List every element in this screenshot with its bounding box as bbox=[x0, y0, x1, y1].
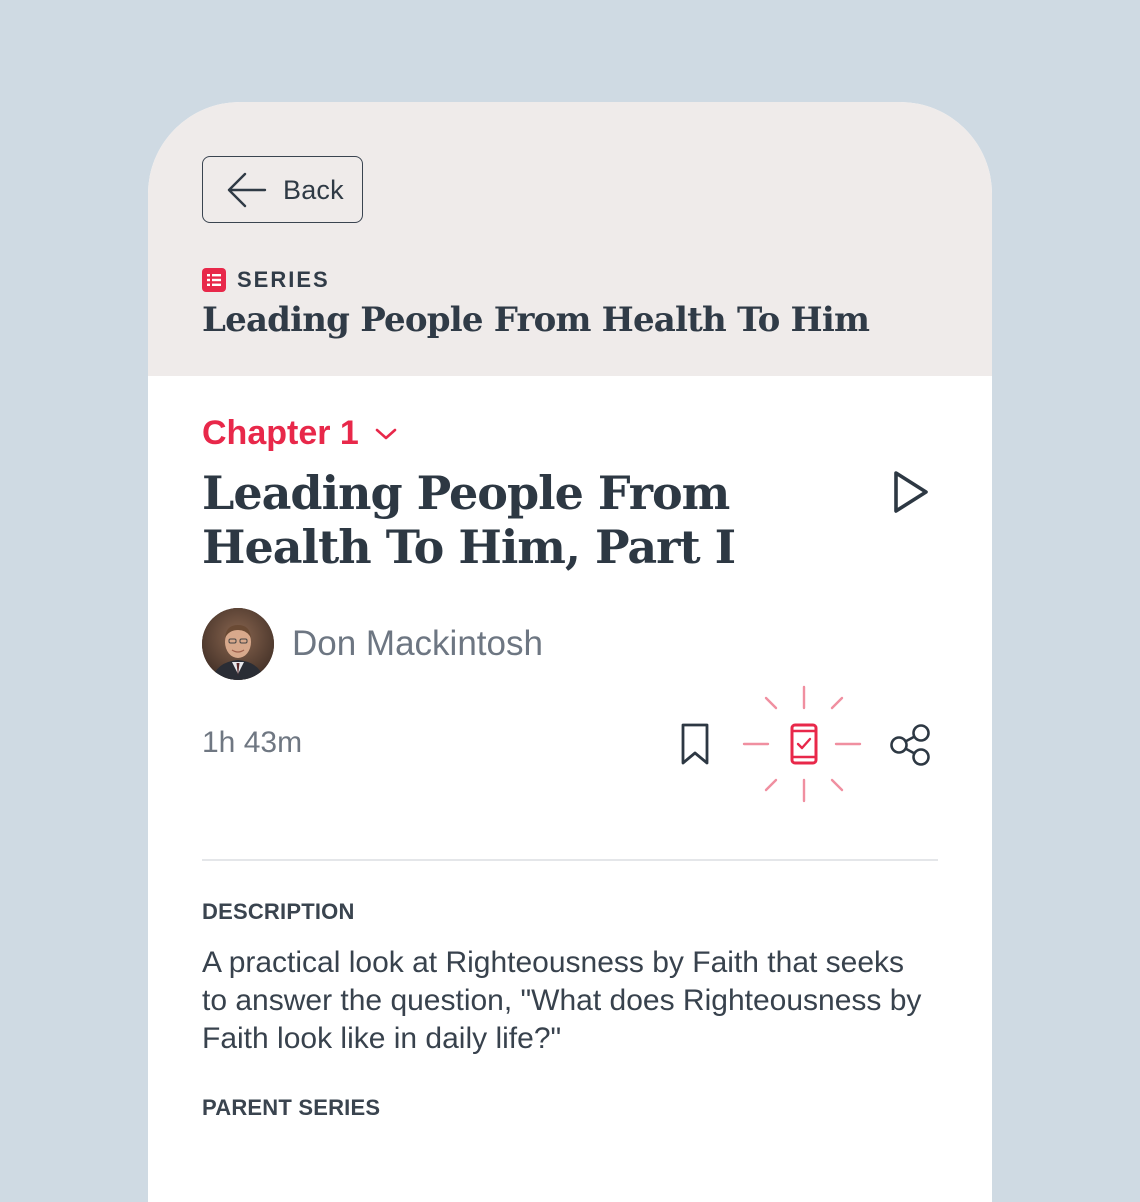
phone-screen: Back SERIES Leading People From Health T… bbox=[148, 102, 992, 1202]
series-title[interactable]: Leading People From Health To Him bbox=[202, 300, 870, 340]
series-header: Back SERIES Leading People From Health T… bbox=[148, 102, 992, 376]
divider bbox=[202, 859, 938, 861]
back-button[interactable]: Back bbox=[202, 156, 363, 223]
description-heading: DESCRIPTION bbox=[202, 899, 355, 924]
series-tag: SERIES bbox=[202, 267, 330, 293]
duration: 1h 43m bbox=[202, 726, 303, 759]
back-button-label: Back bbox=[283, 175, 344, 205]
arrow-left-icon bbox=[227, 172, 267, 208]
list-icon bbox=[202, 268, 226, 292]
mobile-check-icon bbox=[742, 685, 862, 803]
chapter-selector[interactable]: Chapter 1 bbox=[202, 414, 397, 453]
chapter-label: Chapter 1 bbox=[202, 414, 359, 452]
bookmark-icon bbox=[681, 723, 709, 765]
play-button[interactable] bbox=[890, 468, 934, 516]
mobile-sync-button[interactable] bbox=[742, 684, 864, 804]
share-button[interactable] bbox=[888, 722, 934, 768]
chevron-down-icon bbox=[375, 428, 397, 439]
share-icon bbox=[890, 724, 930, 766]
parent-series-heading: PARENT SERIES bbox=[202, 1095, 381, 1120]
description-text: A practical look at Righteousness by Fai… bbox=[202, 946, 922, 1055]
series-label: SERIES bbox=[237, 267, 330, 292]
play-icon bbox=[894, 471, 928, 513]
bookmark-button[interactable] bbox=[680, 722, 710, 766]
episode-title: Leading People From Health To Him, Part … bbox=[202, 466, 736, 574]
author-name: Don Mackintosh bbox=[292, 624, 543, 663]
author[interactable]: Don Mackintosh bbox=[202, 608, 543, 680]
avatar bbox=[202, 608, 274, 680]
